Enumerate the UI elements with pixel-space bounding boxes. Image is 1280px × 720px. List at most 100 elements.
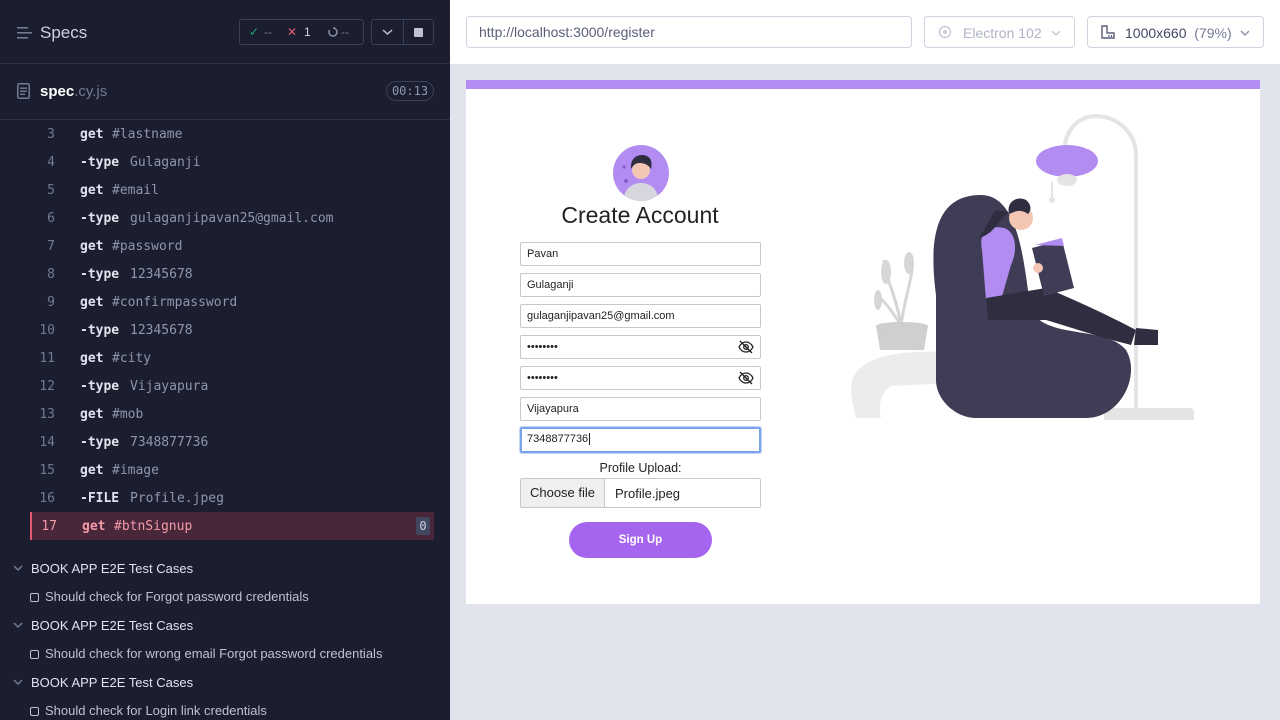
file-name: Profile.jpeg	[615, 486, 681, 501]
command-number: 8	[47, 267, 55, 282]
command-number: 10	[39, 323, 55, 338]
chevron-down-icon	[382, 29, 393, 36]
command-number: 7	[47, 239, 55, 254]
command-row[interactable]: 5 get #email	[30, 176, 434, 204]
command-row[interactable]: 14 -type 7348877736	[30, 428, 434, 456]
command-name: -FILE	[80, 491, 120, 506]
command-row[interactable]: 12 -type Vijayapura	[30, 372, 434, 400]
browser-label: Electron 102	[963, 25, 1042, 41]
command-number: 12	[39, 379, 55, 394]
command-argument: #password	[112, 239, 183, 254]
stop-icon	[414, 28, 423, 37]
viewport-label: 1000x660 (79%)	[1125, 25, 1232, 41]
passed-count: --	[264, 25, 272, 39]
collapse-button[interactable]	[371, 19, 404, 45]
viewport-selector[interactable]: 1000x660 (79%)	[1087, 16, 1264, 48]
command-name: get	[80, 183, 104, 198]
failed-count: 1	[304, 25, 311, 39]
command-name: -type	[80, 435, 120, 450]
command-argument: #btnSignup	[114, 519, 193, 534]
command-row[interactable]: 8 -type 12345678	[30, 260, 434, 288]
mobile-value: 7348877736	[527, 433, 589, 445]
command-argument: 7348877736	[130, 435, 209, 450]
command-name: -type	[80, 379, 120, 394]
command-name: get	[80, 295, 104, 310]
command-argument: gulaganjipavan25@gmail.com	[130, 211, 334, 226]
firstname-field[interactable]: Pavan	[520, 242, 761, 266]
command-argument: #city	[112, 351, 152, 366]
command-row[interactable]: 17 get #btnSignup 0	[30, 512, 434, 540]
browser-selector[interactable]: Electron 102	[924, 16, 1075, 48]
command-row[interactable]: 3 get #lastname	[30, 120, 434, 148]
spec-name: spec	[40, 83, 75, 100]
command-argument: #confirmpassword	[112, 295, 238, 310]
text-cursor	[589, 433, 591, 445]
command-name: get	[80, 239, 104, 254]
command-argument: 12345678	[130, 267, 193, 282]
reporter-panel: Specs ✓ -- ✕ 1 -- spec.cy.js 00:13 3 get #	[0, 0, 450, 720]
command-row[interactable]: 15 get #image	[30, 456, 434, 484]
test-title[interactable]: Should check for wrong email Forgot pass…	[45, 646, 382, 661]
confirm-password-field[interactable]: ••••••••	[520, 366, 761, 390]
test-status-icon	[30, 593, 39, 602]
command-number: 11	[39, 351, 55, 366]
command-argument: #lastname	[112, 127, 183, 142]
command-name: get	[80, 127, 104, 142]
lastname-field[interactable]: Gulaganji	[520, 273, 761, 297]
chevron-down-icon[interactable]	[13, 564, 23, 572]
menu-icon[interactable]	[17, 26, 33, 40]
command-row[interactable]: 16 -FILE Profile.jpeg	[30, 484, 434, 512]
command-row[interactable]: 9 get #confirmpassword	[30, 288, 434, 316]
spec-extension: .cy.js	[74, 83, 108, 100]
pending-count: --	[341, 25, 349, 39]
command-row[interactable]: 7 get #password	[30, 232, 434, 260]
command-row[interactable]: 11 get #city	[30, 344, 434, 372]
command-name: get	[82, 519, 106, 534]
url-bar[interactable]: http://localhost:3000/register	[466, 16, 912, 48]
command-name: get	[80, 351, 104, 366]
spec-bar: spec.cy.js 00:13	[0, 64, 450, 120]
test-status-icon	[30, 707, 39, 716]
eye-off-icon[interactable]	[738, 340, 754, 354]
suite-title[interactable]: BOOK APP E2E Test Cases	[31, 561, 193, 576]
command-number: 14	[39, 435, 55, 450]
file-input[interactable]: Choose file Profile.jpeg	[520, 478, 761, 508]
city-field[interactable]: Vijayapura	[520, 397, 761, 421]
stop-button[interactable]	[403, 19, 434, 45]
file-icon	[17, 83, 30, 99]
command-row[interactable]: 13 get #mob	[30, 400, 434, 428]
command-row[interactable]: 4 -type Gulaganji	[30, 148, 434, 176]
command-name: -type	[80, 211, 120, 226]
command-row[interactable]: 6 -type gulaganjipavan25@gmail.com	[30, 204, 434, 232]
duration-badge: 00:13	[386, 81, 434, 101]
command-argument: 12345678	[130, 323, 193, 338]
suite-title[interactable]: BOOK APP E2E Test Cases	[31, 618, 193, 633]
command-row[interactable]: 10 -type 12345678	[30, 316, 434, 344]
email-field[interactable]: gulaganjipavan25@gmail.com	[520, 304, 761, 328]
browser-icon	[938, 25, 952, 39]
specs-title[interactable]: Specs	[40, 23, 87, 43]
app-under-test: Create Account Pavan Gulaganji gulaganji…	[466, 80, 1260, 604]
command-number: 9	[47, 295, 55, 310]
command-number: 3	[47, 127, 55, 142]
command-number: 5	[47, 183, 55, 198]
test-title[interactable]: Should check for Login link credentials	[45, 703, 267, 718]
choose-file-button[interactable]: Choose file	[521, 479, 605, 507]
eye-off-icon[interactable]	[738, 371, 754, 385]
spec-filename[interactable]: spec.cy.js	[40, 83, 107, 100]
cross-icon: ✕	[287, 25, 298, 39]
signup-button[interactable]: Sign Up	[569, 522, 712, 558]
test-title[interactable]: Should check for Forgot password credent…	[45, 589, 309, 604]
command-number: 4	[47, 155, 55, 170]
mobile-field[interactable]: 7348877736	[520, 427, 761, 453]
password-field[interactable]: ••••••••	[520, 335, 761, 359]
pending-icon	[328, 25, 338, 40]
command-number: 15	[39, 463, 55, 478]
command-number: 13	[39, 407, 55, 422]
command-argument: #image	[112, 463, 159, 478]
confirm-password-value: ••••••••	[527, 372, 558, 384]
chevron-down-icon[interactable]	[13, 621, 23, 629]
command-name: -type	[80, 155, 120, 170]
suite-title[interactable]: BOOK APP E2E Test Cases	[31, 675, 193, 690]
chevron-down-icon[interactable]	[13, 678, 23, 686]
